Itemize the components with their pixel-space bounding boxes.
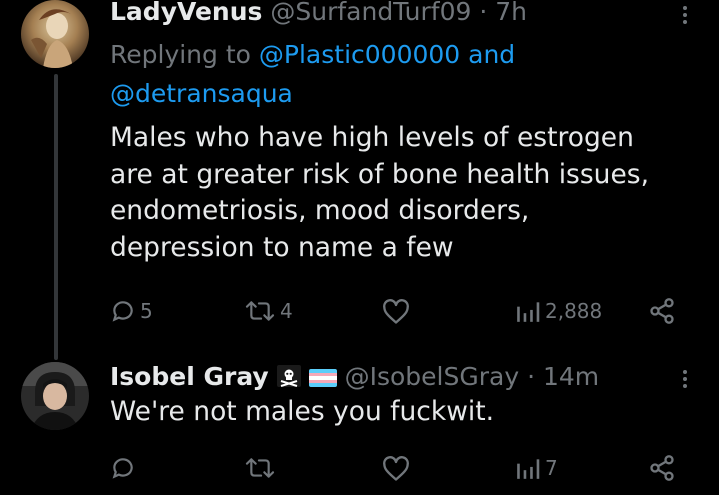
replying-user-link[interactable]: @detransaqua bbox=[110, 79, 293, 108]
avatar-image bbox=[21, 362, 89, 430]
tweet-header: Isobel Gray @IsobelSGray · 14m bbox=[110, 362, 599, 392]
tweet-isobelgray[interactable]: Isobel Gray @IsobelSGray · 14m We're not… bbox=[0, 360, 719, 495]
share-nodes-icon bbox=[650, 298, 674, 324]
pirate-flag-icon bbox=[276, 365, 301, 387]
tweet-text-line: depression to name a few bbox=[110, 231, 454, 263]
share-button[interactable] bbox=[648, 296, 676, 326]
bar-chart-icon bbox=[517, 459, 540, 479]
tweet-text-line: are at greater risk of bone health issue… bbox=[110, 158, 649, 190]
share-button[interactable] bbox=[648, 453, 676, 483]
reply-button[interactable] bbox=[110, 453, 140, 483]
reply-count: 5 bbox=[140, 299, 153, 323]
retweet-count: 4 bbox=[280, 299, 293, 323]
separator: · bbox=[479, 0, 488, 26]
handle[interactable]: @IsobelSGray bbox=[345, 362, 520, 391]
transgender-flag-icon bbox=[308, 369, 337, 387]
retweet-button[interactable] bbox=[244, 453, 280, 483]
tweet-text: We're not males you fuckwit. bbox=[110, 394, 494, 431]
share-nodes-icon bbox=[650, 455, 674, 481]
retweet-arrows-icon bbox=[245, 458, 275, 478]
reply-button[interactable]: 5 bbox=[110, 296, 153, 326]
view-count: 7 bbox=[545, 456, 558, 480]
more-dots-icon[interactable] bbox=[682, 6, 688, 27]
like-button[interactable] bbox=[382, 454, 414, 484]
timestamp[interactable]: 14m bbox=[543, 362, 599, 391]
speech-bubble-icon bbox=[112, 458, 133, 479]
display-name[interactable]: Isobel Gray bbox=[110, 362, 269, 391]
views-button[interactable]: 7 bbox=[515, 453, 558, 483]
avatar[interactable] bbox=[21, 0, 89, 68]
timestamp[interactable]: 7h bbox=[495, 0, 527, 26]
tweet-text-line: endometriosis, mood disorders, bbox=[110, 195, 530, 226]
retweet-button[interactable]: 4 bbox=[244, 296, 293, 326]
bar-chart-icon bbox=[517, 302, 540, 322]
display-name[interactable]: LadyVenus bbox=[110, 0, 262, 26]
tweet-header: LadyVenus @SurfandTurf09 · 7h bbox=[110, 0, 527, 27]
retweet-arrows-icon bbox=[245, 301, 275, 321]
view-count: 2,888 bbox=[545, 299, 603, 323]
thread-line bbox=[54, 74, 58, 360]
tweet-text: Males who have high levels of estrogen a… bbox=[110, 120, 649, 266]
replying-to-line-2: @detransaqua bbox=[110, 75, 293, 113]
replying-users-link[interactable]: @Plastic000000 and bbox=[259, 40, 515, 69]
heart-icon bbox=[383, 299, 409, 324]
avatar[interactable] bbox=[21, 362, 89, 430]
views-button[interactable]: 2,888 bbox=[515, 296, 602, 326]
separator: · bbox=[527, 362, 536, 391]
more-dots-icon[interactable] bbox=[682, 370, 688, 391]
tweet-text-line: We're not males you fuckwit. bbox=[110, 396, 495, 427]
speech-bubble-icon bbox=[112, 301, 133, 322]
tweet-ladyvenus[interactable]: LadyVenus @SurfandTurf09 · 7h Replying t… bbox=[0, 0, 719, 360]
like-button[interactable] bbox=[382, 297, 414, 327]
replying-prefix: Replying to bbox=[110, 40, 251, 69]
replying-to: Replying to @Plastic000000 and bbox=[110, 36, 515, 74]
tweet-text-line: Males who have high levels of estrogen bbox=[110, 122, 634, 153]
avatar-image bbox=[21, 0, 89, 68]
handle[interactable]: @SurfandTurf09 bbox=[270, 0, 471, 26]
heart-icon bbox=[383, 456, 409, 481]
